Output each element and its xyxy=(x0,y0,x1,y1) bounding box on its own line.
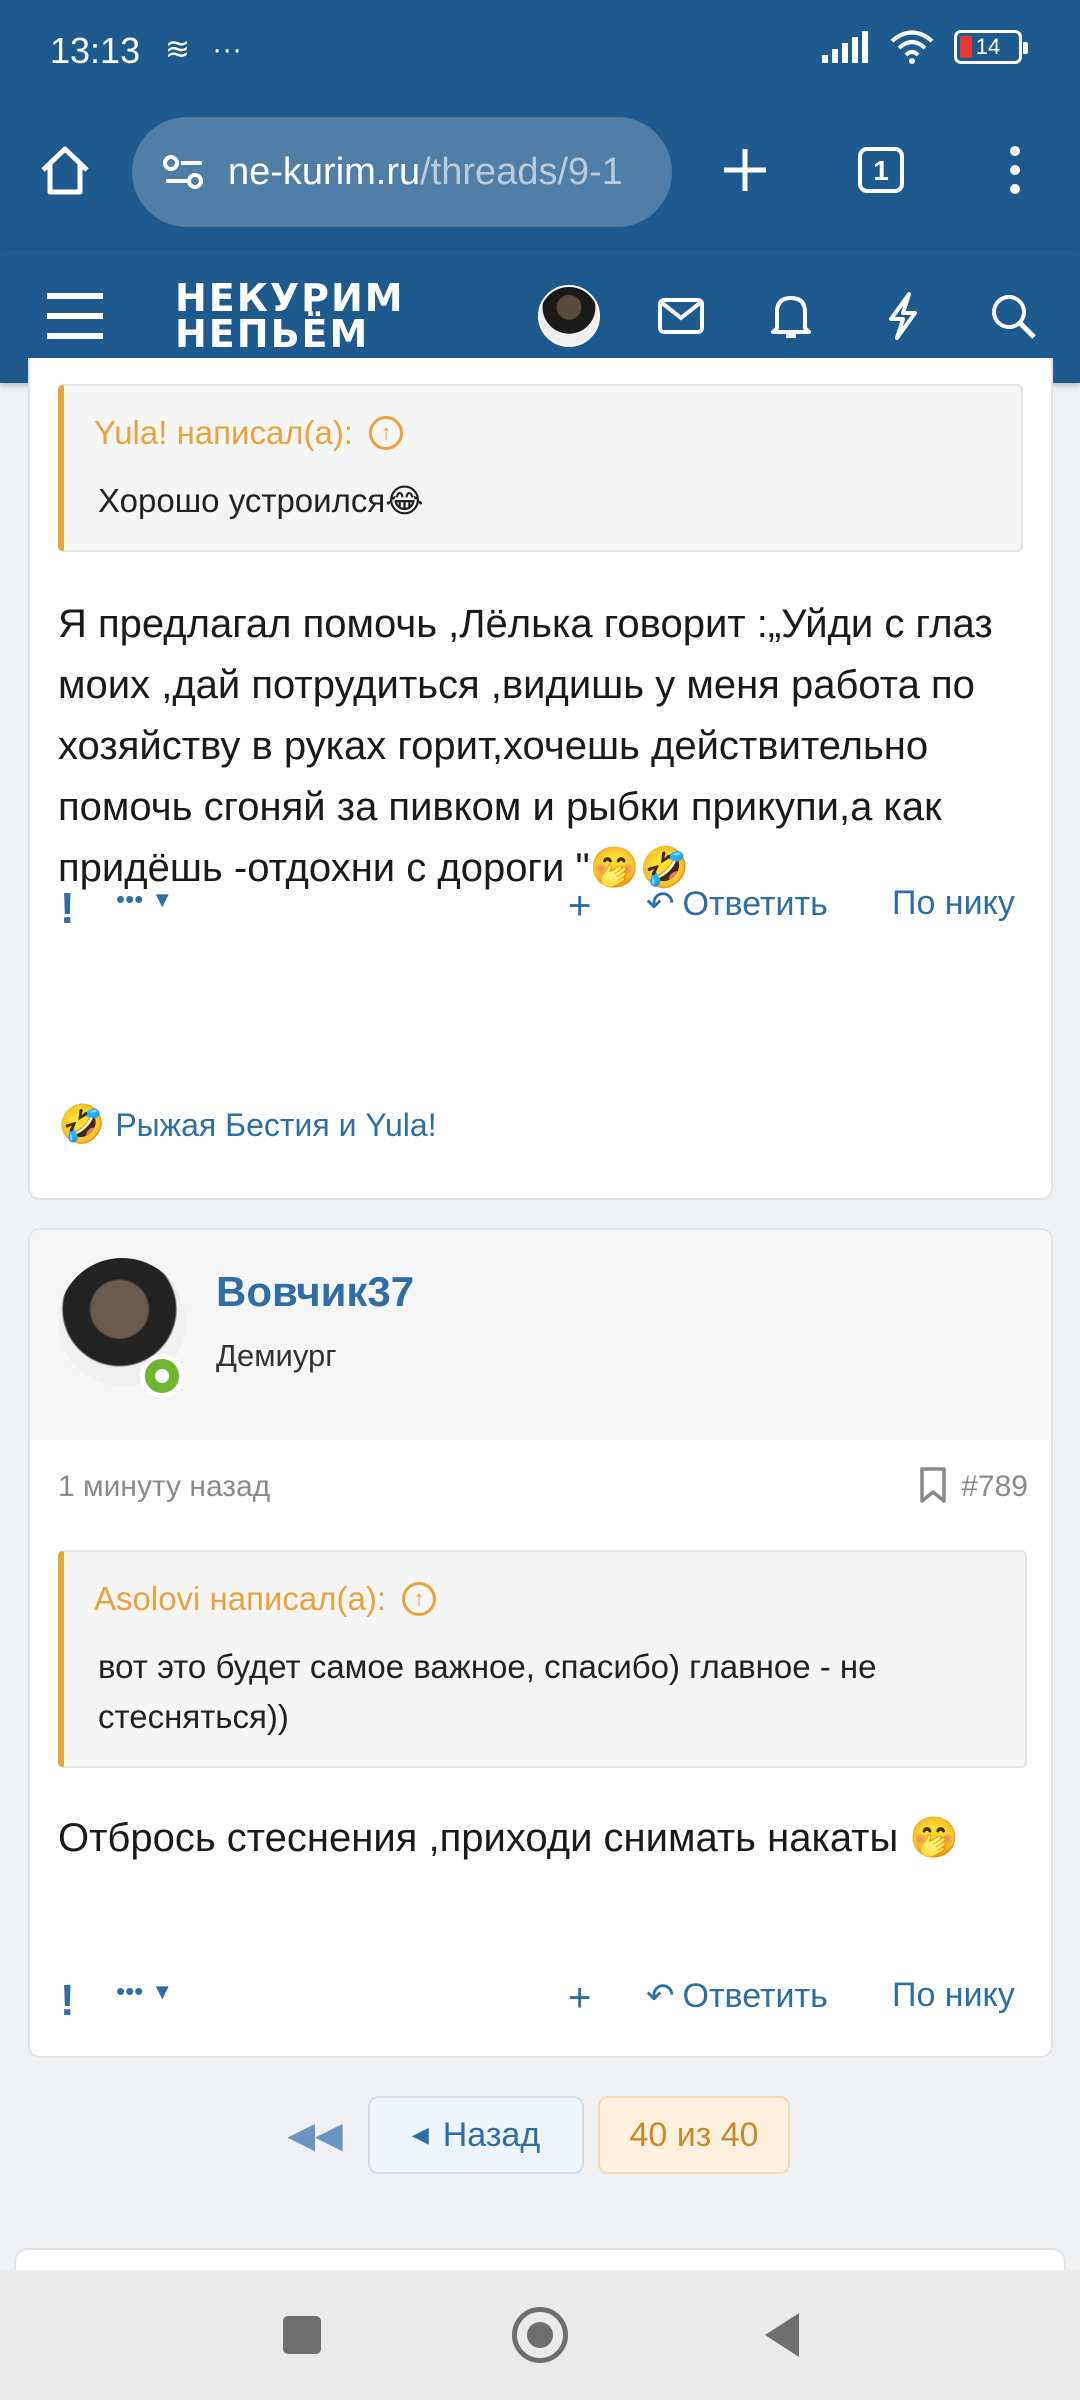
user-title: Демиург xyxy=(216,1338,337,1373)
browser-toolbar: ne-kurim.ru/threads/9-1 1 xyxy=(0,105,1080,250)
prev-page-button[interactable]: ◀ Назад xyxy=(368,2096,584,2174)
post-meta: 1 минуту назад #789 xyxy=(58,1467,1028,1504)
bookmark-icon[interactable] xyxy=(918,1466,948,1512)
more-options-button[interactable]: ••• ▼ xyxy=(116,1976,173,2007)
search-icon[interactable] xyxy=(980,283,1046,349)
lightning-icon[interactable] xyxy=(870,283,936,349)
first-page-icon[interactable]: ◀◀ xyxy=(287,2096,342,2174)
circle-icon xyxy=(512,2307,568,2363)
post-actions: ! ••• ▼ + ↶ Ответить По нику xyxy=(30,1960,1051,2040)
hamburger-menu-icon[interactable] xyxy=(42,283,108,349)
square-icon xyxy=(283,2316,321,2354)
caret-left-icon: ◀ xyxy=(411,2122,429,2147)
battery-icon: 14 xyxy=(954,30,1028,64)
tab-switcher-button[interactable]: 1 xyxy=(846,135,916,205)
laughing-emoji-icon: 🤣 xyxy=(58,1104,106,1146)
post-actions: ! ••• ▼ + ↶ Ответить По нику xyxy=(30,868,1051,948)
reactions-bar[interactable]: 🤣 Рыжая Бестия и Yula! xyxy=(58,1103,437,1147)
recents-button[interactable] xyxy=(272,2305,332,2365)
add-button[interactable]: + xyxy=(568,884,591,929)
post-text: Я предлагал помочь ,Лёлька говорит :„Уйд… xyxy=(58,602,993,890)
url-text[interactable]: ne-kurim.ru/threads/9-1 xyxy=(228,151,623,194)
post-text: Отбрось стеснения ,приходи снимать накат… xyxy=(58,1816,960,1860)
quote-block: Yula! написал(а): ↑ Хорошо устроился😂 xyxy=(58,384,1023,552)
reply-button[interactable]: ↶ Ответить xyxy=(646,884,828,924)
address-bar[interactable]: ne-kurim.ru/threads/9-1 xyxy=(132,117,672,227)
home-icon[interactable] xyxy=(30,135,100,205)
post-number[interactable]: #789 xyxy=(961,1470,1028,1504)
pagination: ◀◀ ◀ Назад 40 из 40 xyxy=(0,2096,1080,2176)
more-dots: ••• xyxy=(116,884,144,914)
username[interactable]: Вовчик37 xyxy=(216,1268,414,1316)
logo-line-2: НЕПЬЁМ xyxy=(175,312,370,356)
quote-block: Asolovi написал(а): ↑ вот это будет само… xyxy=(58,1550,1027,1768)
reply-label: Ответить xyxy=(682,884,828,923)
inbox-icon[interactable] xyxy=(648,283,714,349)
arrow-up-circle-icon[interactable]: ↑ xyxy=(369,416,404,450)
report-button[interactable]: ! xyxy=(60,884,75,934)
site-logo[interactable]: НЕКУРИМ НЕПЬЁМ xyxy=(175,276,405,356)
caret-down-icon: ▼ xyxy=(151,1978,174,2004)
reply-label: Ответить xyxy=(682,1976,828,2015)
quote-author[interactable]: Yula! написал(а): xyxy=(94,414,353,452)
quote-text: Хорошо устроился😂 xyxy=(98,482,424,519)
status-time: 13:13 xyxy=(50,30,141,71)
prev-page-label: Назад xyxy=(442,2115,541,2154)
more-dots: ••• xyxy=(116,1976,144,2006)
page-indicator[interactable]: 40 из 40 xyxy=(598,2096,790,2174)
tab-count: 1 xyxy=(858,147,904,193)
new-tab-icon[interactable] xyxy=(710,135,780,205)
logo-line-1: НЕКУРИМ xyxy=(175,276,405,320)
more-options-button[interactable]: ••• ▼ xyxy=(116,884,173,915)
system-nav-bar xyxy=(0,2270,1080,2400)
bell-icon[interactable] xyxy=(758,283,824,349)
layers-icon: ≋ xyxy=(165,33,191,66)
by-nick-button[interactable]: По нику xyxy=(892,1976,1015,2015)
reactions-text[interactable]: Рыжая Бестия и Yula! xyxy=(115,1107,436,1144)
post-card: Вовчик37 Демиург 1 минуту назад #789 Aso… xyxy=(28,1228,1053,2058)
wifi-icon xyxy=(890,30,934,64)
post-time[interactable]: 1 минуту назад xyxy=(58,1470,270,1503)
post-card: Yula! написал(а): ↑ Хорошо устроился😂 Я … xyxy=(28,358,1053,1200)
reply-arrow-icon: ↶ xyxy=(646,1977,675,2015)
site-settings-icon[interactable] xyxy=(162,152,206,192)
more-notifications-icon: ··· xyxy=(212,32,243,66)
url-path: /threads/9-1 xyxy=(420,150,623,193)
reply-arrow-icon: ↶ xyxy=(646,885,675,923)
triangle-back-icon xyxy=(765,2313,799,2357)
browser-menu-icon[interactable] xyxy=(980,135,1050,205)
user-avatar-button[interactable] xyxy=(536,283,602,349)
url-domain: ne-kurim.ru xyxy=(228,150,421,193)
add-button[interactable]: + xyxy=(568,1976,591,2021)
quote-author[interactable]: Asolovi написал(а): xyxy=(94,1580,386,1618)
reply-button[interactable]: ↶ Ответить xyxy=(646,1976,828,2016)
online-status-icon xyxy=(140,1354,184,1398)
home-button[interactable] xyxy=(510,2305,570,2365)
user-info: Вовчик37 Демиург xyxy=(30,1230,1051,1440)
battery-level: 14 xyxy=(975,34,1001,59)
arrow-up-circle-icon[interactable]: ↑ xyxy=(402,1582,437,1616)
caret-down-icon: ▼ xyxy=(151,886,174,912)
status-bar: 13:13 ≋ ··· 14 xyxy=(0,0,1080,105)
avatar xyxy=(538,285,600,347)
report-button[interactable]: ! xyxy=(60,1976,75,2026)
quote-text: вот это будет самое важное, спасибо) гла… xyxy=(98,1648,877,1735)
by-nick-button[interactable]: По нику xyxy=(892,884,1015,923)
signal-icon xyxy=(822,31,868,63)
back-button[interactable] xyxy=(752,2305,812,2365)
